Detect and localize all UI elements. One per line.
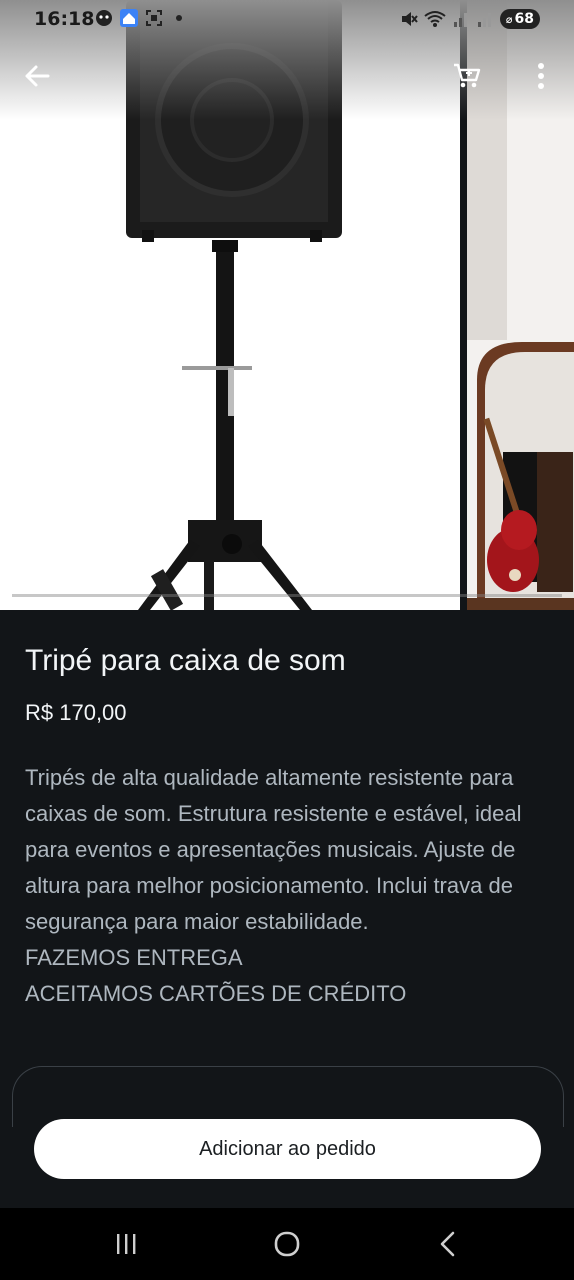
screenshot-icon bbox=[146, 10, 162, 26]
face-icon bbox=[96, 10, 112, 26]
gallery-progress-track bbox=[12, 594, 562, 597]
system-nav-bar bbox=[0, 1208, 574, 1280]
home-circle-icon bbox=[274, 1231, 300, 1257]
description-delivery: FAZEMOS ENTREGA bbox=[25, 945, 243, 970]
cart-icon bbox=[454, 63, 481, 88]
description-payment: ACEITAMOS CARTÕES DE CRÉDITO bbox=[25, 981, 407, 1006]
recents-button[interactable] bbox=[96, 1220, 156, 1268]
app-bar bbox=[0, 44, 574, 108]
dot-icon bbox=[176, 15, 182, 21]
recents-icon bbox=[117, 1234, 136, 1254]
chevron-left-icon bbox=[440, 1231, 455, 1257]
more-vertical-icon bbox=[538, 63, 544, 89]
bottom-sheet-edge bbox=[12, 1066, 564, 1127]
more-options-button[interactable] bbox=[517, 52, 565, 100]
home-button[interactable] bbox=[257, 1220, 317, 1268]
wifi-icon bbox=[424, 11, 446, 27]
arrow-left-icon bbox=[25, 65, 50, 87]
signal-icon bbox=[453, 13, 467, 27]
status-bar: 16:18 ⌀ 68 bbox=[0, 0, 574, 38]
status-time: 16:18 bbox=[34, 8, 95, 30]
cart-button[interactable] bbox=[443, 52, 491, 100]
signal-icon bbox=[477, 13, 491, 27]
product-description: Tripés de alta qualidade altamente resis… bbox=[25, 760, 555, 1012]
back-button[interactable] bbox=[13, 52, 61, 100]
description-text: Tripés de alta qualidade altamente resis… bbox=[25, 765, 522, 934]
battery-level: 68 bbox=[514, 11, 534, 27]
nav-back-button[interactable] bbox=[418, 1220, 478, 1268]
home-app-icon bbox=[120, 9, 138, 27]
product-title: Tripé para caixa de som bbox=[25, 644, 346, 677]
battery-icon: ⌀ 68 bbox=[499, 9, 540, 29]
mute-icon bbox=[401, 12, 418, 26]
product-price: R$ 170,00 bbox=[25, 700, 127, 725]
add-to-order-button[interactable]: Adicionar ao pedido bbox=[34, 1119, 541, 1179]
